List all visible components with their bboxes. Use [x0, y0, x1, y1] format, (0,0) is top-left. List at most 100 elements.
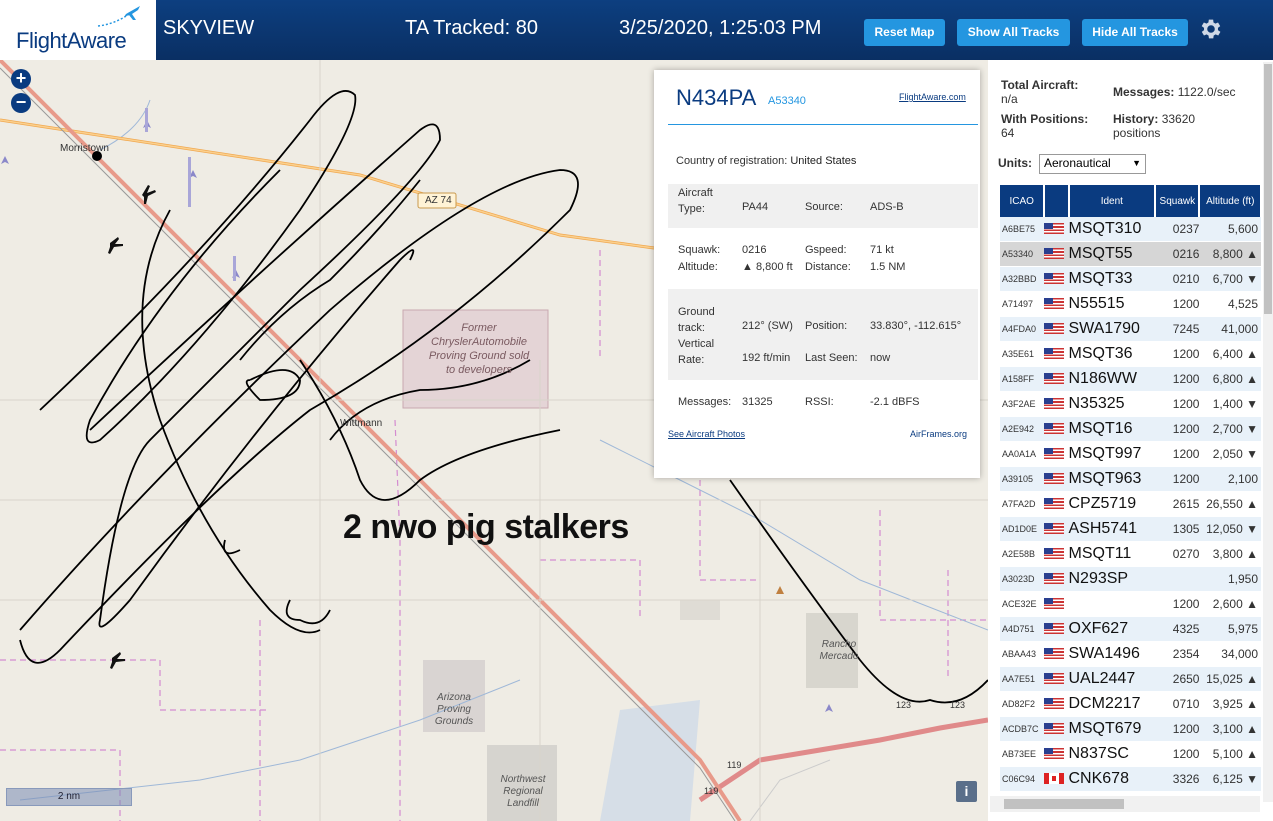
row-ident: N35325 [1068, 391, 1156, 417]
ground-label-2: track: [678, 322, 705, 334]
row-icao: A158FF [1000, 366, 1045, 392]
row-squawk: 7245 [1155, 316, 1200, 342]
row-flag [1044, 466, 1069, 492]
table-row[interactable]: AB73EE N837SC 1200 5,100 ▲ [1000, 741, 1261, 767]
map-label-route-119a: 119 [727, 760, 742, 770]
horizontal-scrollbar-thumb[interactable] [1004, 799, 1124, 809]
column-squawk[interactable]: Squawk [1155, 185, 1201, 217]
table-row[interactable]: AD1D0E ASH5741 1305 12,050 ▼ [1000, 516, 1261, 542]
column-altitude[interactable]: Altitude (ft) [1199, 185, 1262, 217]
row-icao: AD82F2 [1000, 691, 1045, 717]
aircraft-photos-link[interactable]: See Aircraft Photos [668, 429, 745, 439]
table-row[interactable]: ABAA43 SWA1496 2354 34,000 [1000, 641, 1261, 667]
row-ident: SWA1496 [1068, 641, 1156, 667]
map-label-rancho-mercado: Rancho Mercado [819, 639, 859, 662]
logo-text: FlightAware [16, 28, 127, 53]
messages-rate-label: Messages: [1113, 85, 1175, 99]
row-flag [1044, 241, 1069, 267]
table-row[interactable]: A32BBD MSQT33 0210 6,700 ▼ [1000, 266, 1261, 292]
column-ident[interactable]: Ident [1068, 185, 1157, 217]
row-flag [1044, 766, 1069, 792]
column-flag[interactable] [1044, 185, 1070, 217]
row-flag [1044, 691, 1069, 717]
row-ident: DCM2217 [1068, 691, 1156, 717]
row-ident: N293SP [1068, 566, 1156, 592]
row-icao: A3F2AE [1000, 391, 1045, 417]
table-row[interactable]: A53340 MSQT55 0216 8,800 ▲ [1000, 241, 1261, 267]
table-row[interactable]: A7FA2D CPZ5719 2615 26,550 ▲ [1000, 491, 1261, 517]
popup-country-row: Country of registration: United States [676, 155, 856, 167]
flightaware-logo[interactable]: FlightAware [0, 0, 156, 60]
map-info-button[interactable]: i [956, 781, 977, 802]
table-row[interactable]: C06C94 CNK678 3326 6,125 ▼ [1000, 766, 1261, 792]
table-row[interactable]: AD82F2 DCM2217 0710 3,925 ▲ [1000, 691, 1261, 717]
row-ident: N837SC [1068, 741, 1156, 767]
row-flag [1044, 616, 1069, 642]
row-icao: AA0A1A [1000, 441, 1045, 467]
row-ident: MSQT36 [1068, 341, 1156, 367]
hide-all-tracks-button[interactable]: Hide All Tracks [1082, 19, 1188, 46]
messages-value: 31325 [742, 396, 773, 408]
row-squawk [1155, 566, 1200, 592]
vertical-scrollbar-thumb[interactable] [1264, 64, 1272, 314]
table-row[interactable]: A39105 MSQT963 1200 2,100 [1000, 466, 1261, 492]
row-altitude: 8,800 ▲ [1199, 241, 1261, 267]
table-row[interactable]: A6BE75 MSQT310 0237 5,600 [1000, 217, 1261, 242]
row-altitude: 5,975 [1199, 616, 1261, 642]
row-ident: MSQT963 [1068, 466, 1156, 492]
aircraft-table-body: A6BE75 MSQT310 0237 5,600 A53340 MSQT55 0216 8,… [1000, 217, 1261, 792]
row-ident: MSQT997 [1068, 441, 1156, 467]
row-altitude: 6,800 ▲ [1199, 366, 1261, 392]
map-label-wittmann: Wittmann [340, 418, 383, 429]
airframes-link[interactable]: AirFrames.org [910, 429, 967, 439]
table-row[interactable]: A3023D N293SP 1,950 [1000, 566, 1261, 592]
table-row[interactable]: AA7E51 UAL2447 2650 15,025 ▲ [1000, 666, 1261, 692]
row-altitude: 4,525 [1199, 291, 1261, 317]
row-icao: A35E61 [1000, 341, 1045, 367]
row-flag [1044, 641, 1069, 667]
reset-map-button[interactable]: Reset Map [864, 19, 945, 46]
row-flag [1044, 591, 1069, 617]
altitude-value: ▲ 8,800 ft [742, 261, 793, 273]
row-flag [1044, 566, 1069, 592]
us-flag-icon [1044, 323, 1065, 335]
row-squawk: 1200 [1155, 741, 1200, 767]
map-scale-bar: 2 nm [6, 788, 132, 806]
zoom-in-button[interactable]: + [11, 69, 31, 89]
table-row[interactable]: A3F2AE N35325 1200 1,400 ▼ [1000, 391, 1261, 417]
squawk-value: 0216 [742, 244, 767, 256]
us-flag-icon [1044, 223, 1065, 235]
show-all-tracks-button[interactable]: Show All Tracks [957, 19, 1070, 46]
table-row[interactable]: A2E58B MSQT11 0270 3,800 ▲ [1000, 541, 1261, 567]
row-icao: A7FA2D [1000, 491, 1045, 517]
row-icao: A2E942 [1000, 416, 1045, 442]
table-row[interactable]: A158FF N186WW 1200 6,800 ▲ [1000, 366, 1261, 392]
aircraft-table: ICAO Ident Squawk Altitude (ft) A6BE75 MS… [1000, 185, 1262, 792]
row-icao: A4D751 [1000, 616, 1045, 642]
table-row[interactable]: A4FDA0 SWA1790 7245 41,000 [1000, 316, 1261, 342]
row-squawk: 4325 [1155, 616, 1200, 642]
row-squawk: 1305 [1155, 516, 1200, 542]
table-row[interactable]: ACE32E 1200 2,600 ▲ [1000, 591, 1261, 617]
table-row[interactable]: ACDB7C MSQT679 1200 3,100 ▲ [1000, 716, 1261, 742]
row-ident [1068, 591, 1156, 617]
row-squawk: 3326 [1155, 766, 1200, 792]
popup-flightaware-link[interactable]: FlightAware.com [899, 92, 966, 102]
table-row[interactable]: A71497 N55515 1200 4,525 [1000, 291, 1261, 317]
table-row[interactable]: A4D751 OXF627 4325 5,975 [1000, 616, 1261, 642]
position-label: Position: [805, 320, 848, 332]
ground-label-1: Ground [678, 306, 715, 318]
total-aircraft-label: Total Aircraft: [1001, 78, 1079, 92]
table-row[interactable]: A2E942 MSQT16 1200 2,700 ▼ [1000, 416, 1261, 442]
total-aircraft-value: n/a [1001, 92, 1018, 106]
row-squawk: 1200 [1155, 366, 1200, 392]
zoom-out-button[interactable]: − [11, 93, 31, 113]
row-ident: OXF627 [1068, 616, 1156, 642]
table-row[interactable]: A35E61 MSQT36 1200 6,400 ▲ [1000, 341, 1261, 367]
column-icao[interactable]: ICAO [1000, 185, 1046, 217]
gear-icon[interactable] [1198, 16, 1224, 42]
row-squawk: 2650 [1155, 666, 1200, 692]
table-row[interactable]: AA0A1A MSQT997 1200 2,050 ▼ [1000, 441, 1261, 467]
messages-rate-value: 1122.0/sec [1177, 85, 1236, 99]
units-select[interactable]: Aeronautical ▼ [1039, 154, 1146, 174]
